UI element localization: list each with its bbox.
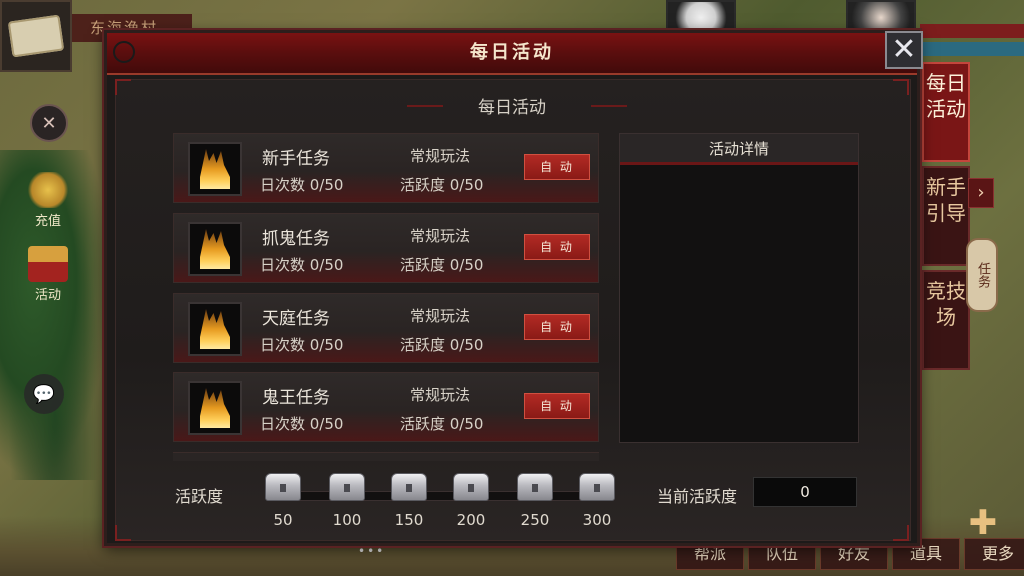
chest-icon (579, 473, 615, 501)
dialog-title: 每日活动 (470, 42, 554, 63)
auto-button[interactable]: 自 动 (524, 393, 590, 419)
coins-icon (28, 172, 68, 208)
activity-label: 活动 (34, 288, 61, 303)
chest-threshold: 100 (332, 511, 362, 529)
tab-newbie-guide[interactable]: 新手引导 (922, 166, 970, 266)
activity-detail-header: 活动详情 (620, 134, 858, 165)
detail-header-underline (620, 162, 858, 165)
task-row[interactable]: 天庭任务 日次数 0/50 常规玩法 活跃度 0/50 自 动 (173, 293, 599, 363)
task-flame-icon (188, 302, 242, 356)
task-list-scroll-hint[interactable] (173, 452, 599, 461)
current-activity-value: 0 (753, 477, 857, 507)
chest-threshold: 250 (520, 511, 550, 529)
task-row[interactable]: 抓鬼任务 日次数 0/50 常规玩法 活跃度 0/50 自 动 (173, 213, 599, 283)
task-name: 新手任务 (262, 149, 330, 169)
reward-chest[interactable]: 150 (389, 473, 429, 529)
chest-threshold: 200 (456, 511, 486, 529)
activity-progress-bar: 活跃度 50 100 150 200 250 300 当前活跃度 0 (175, 473, 915, 533)
reward-chest[interactable]: 300 (577, 473, 617, 529)
reward-chest[interactable]: 100 (327, 473, 367, 529)
chest-threshold: 300 (582, 511, 612, 529)
task-daily-count: 日次数 0/50 (260, 256, 344, 274)
chest-icon (517, 473, 553, 501)
hp-bar (920, 24, 1024, 38)
subtitle-divider (591, 105, 627, 107)
reward-chest[interactable]: 50 (263, 473, 303, 529)
dialog-subtitle: 每日活动 (478, 98, 546, 118)
task-name: 天庭任务 (262, 309, 330, 329)
chevron-right-icon[interactable]: › (968, 178, 994, 208)
task-flame-icon (188, 381, 242, 435)
recharge-button[interactable]: 充值 (20, 172, 76, 229)
map-scroll-icon (7, 14, 65, 58)
chat-button[interactable]: 💬 (24, 374, 64, 414)
task-activity: 活跃度 0/50 (400, 415, 484, 433)
task-activity: 活跃度 0/50 (400, 176, 484, 194)
corner-ornament (115, 525, 131, 541)
task-flame-icon (188, 222, 242, 276)
chest-icon (391, 473, 427, 501)
task-row[interactable]: 新手任务 日次数 0/50 常规玩法 活跃度 0/50 自 动 (173, 133, 599, 203)
task-type: 常规玩法 (410, 147, 471, 165)
task-activity: 活跃度 0/50 (400, 336, 484, 354)
reward-chest[interactable]: 200 (451, 473, 491, 529)
task-name: 鬼王任务 (262, 388, 330, 408)
current-activity-label: 当前活跃度 (657, 487, 738, 506)
tab-more[interactable]: 更多 (964, 538, 1024, 570)
task-type: 常规玩法 (410, 227, 471, 245)
pet-portrait[interactable] (666, 0, 736, 30)
right-tab-bar: 每日活动 新手引导 竞技场 (922, 62, 970, 374)
task-name: 抓鬼任务 (262, 229, 330, 249)
activity-progress-label: 活跃度 (175, 487, 224, 506)
chest-threshold: 50 (273, 511, 293, 529)
activity-button[interactable]: 活动 (20, 246, 76, 303)
auto-button[interactable]: 自 动 (524, 314, 590, 340)
chat-bubble-icon: 💬 (32, 383, 56, 405)
task-row[interactable]: 鬼王任务 日次数 0/50 常规玩法 活跃度 0/50 自 动 (173, 372, 599, 442)
task-daily-count: 日次数 0/50 (260, 336, 344, 354)
close-icon[interactable]: ✕ (30, 104, 68, 142)
task-daily-count: 日次数 0/50 (260, 415, 344, 433)
chest-icon (329, 473, 365, 501)
daily-activity-dialog: 每日活动 ✕ 每日活动 新手任务 日次数 0/50 常规玩法 活跃度 0/50 … (104, 30, 923, 546)
chest-icon (265, 473, 301, 501)
auto-button[interactable]: 自 动 (524, 234, 590, 260)
chest-icon (453, 473, 489, 501)
close-icon[interactable]: ✕ (885, 31, 923, 69)
activity-track (267, 491, 609, 501)
gift-icon (28, 246, 68, 282)
tab-arena[interactable]: 竞技场 (922, 270, 970, 370)
reward-chest[interactable]: 250 (515, 473, 555, 529)
task-daily-count: 日次数 0/50 (260, 176, 344, 194)
recharge-label: 充值 (34, 214, 61, 229)
activity-detail-title: 活动详情 (708, 140, 769, 158)
activity-detail-panel: 活动详情 (619, 133, 859, 443)
task-type: 常规玩法 (410, 307, 471, 325)
more-dots-icon[interactable]: ••• (358, 544, 385, 558)
chest-threshold: 150 (394, 511, 424, 529)
player-portrait[interactable] (846, 0, 916, 30)
auto-button[interactable]: 自 动 (524, 154, 590, 180)
tab-daily-activity[interactable]: 每日活动 (922, 62, 970, 162)
task-type: 常规玩法 (410, 386, 471, 404)
plus-icon[interactable]: ✚ (960, 506, 1006, 540)
task-flame-icon (188, 142, 242, 196)
mp-bar (920, 42, 1024, 56)
task-lantern-button[interactable]: 任务 (966, 238, 998, 312)
map-button[interactable] (0, 0, 72, 72)
task-activity: 活跃度 0/50 (400, 256, 484, 274)
